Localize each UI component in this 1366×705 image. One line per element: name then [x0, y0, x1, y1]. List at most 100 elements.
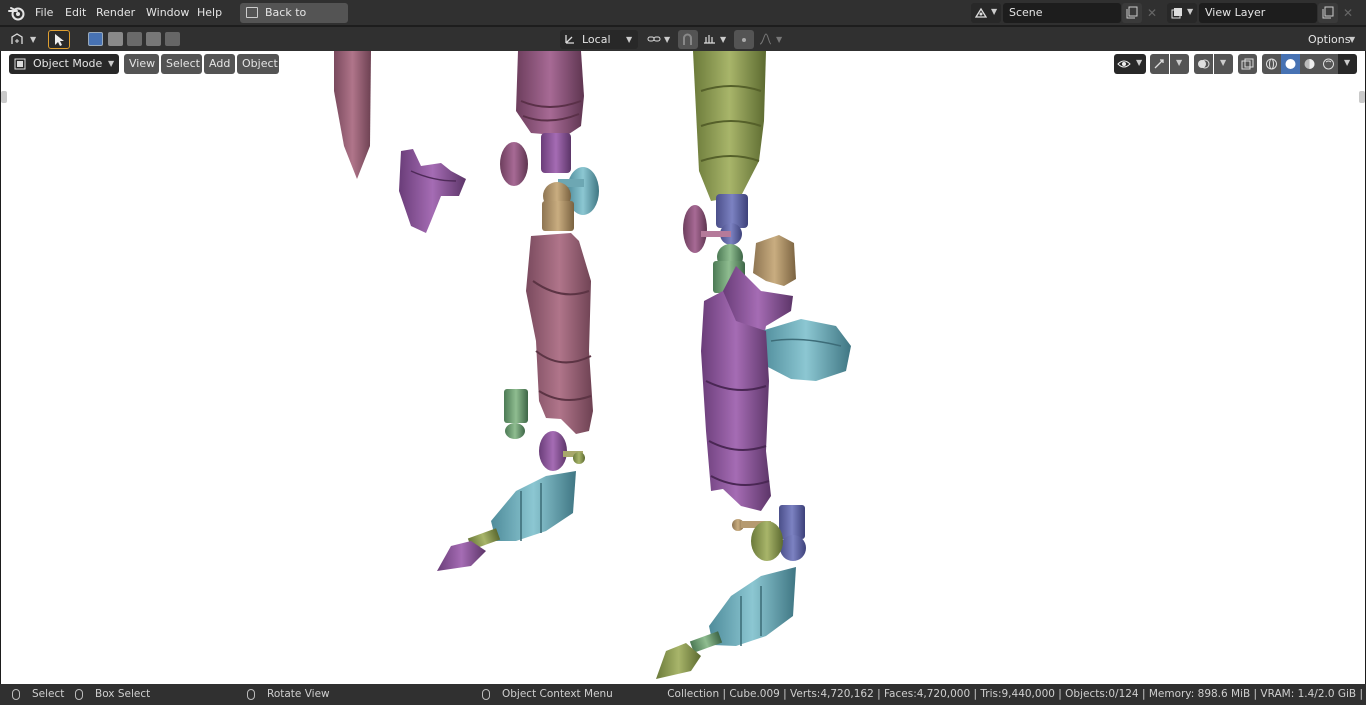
active-tool-button[interactable]: [48, 30, 70, 49]
sidebar-collapse-handle[interactable]: [1359, 91, 1365, 103]
right-knee-pink-mesh: [683, 205, 707, 253]
object-menu-button[interactable]: Object: [237, 54, 279, 74]
menu-help[interactable]: Help: [193, 0, 226, 26]
gauntlet-mesh: [761, 319, 851, 381]
chevron-down-icon: ▼: [1349, 35, 1356, 44]
object-mode-icon: [14, 58, 26, 70]
tool-header: ▼ Local ▼ ▼ ▼ ▼ Options ▼: [0, 27, 1366, 51]
gizmo-toggle-button[interactable]: [1150, 54, 1169, 74]
xray-icon: [1241, 58, 1254, 70]
mouse-right-icon: [482, 689, 490, 700]
duplicate-icon: [1126, 6, 1138, 19]
chevron-down-icon: ▼: [1136, 58, 1143, 67]
transform-orientation-label: Local: [582, 33, 611, 46]
chevron-down-icon: ▼: [1176, 58, 1183, 67]
new-scene-button[interactable]: [1122, 3, 1142, 23]
status-bar: Select Box Select Rotate View Object Con…: [0, 684, 1366, 705]
select-mode-extend-icon[interactable]: [108, 32, 123, 46]
3d-viewport[interactable]: Object Mode ▼ View Select Add Object ▼ ▼: [1, 51, 1365, 684]
proportional-edit-button[interactable]: [734, 30, 754, 49]
solid-shading-button[interactable]: [1281, 54, 1300, 74]
gizmo-dropdown[interactable]: ▼: [1170, 54, 1189, 74]
falloff-dropdown[interactable]: ▼: [756, 30, 786, 49]
menu-file[interactable]: File: [31, 0, 57, 26]
chevron-down-icon: ▼: [626, 35, 633, 44]
right-ankle-blue-mesh: [779, 505, 805, 539]
xray-toggle-button[interactable]: [1238, 54, 1257, 74]
options-label: Options: [1308, 33, 1351, 46]
knee-joint-purple-mesh: [541, 133, 571, 173]
overlays-toggle-button[interactable]: [1194, 54, 1213, 74]
overlays-icon: [1198, 59, 1210, 69]
scene-name-field[interactable]: Scene: [1003, 3, 1121, 23]
top-menu-bar: File Edit Render Window Help Back to Pre…: [0, 0, 1366, 39]
new-view-layer-button[interactable]: [1318, 3, 1338, 23]
shading-options-dropdown[interactable]: ▼: [1338, 54, 1357, 74]
status-rotate-view-label: Rotate View: [267, 688, 330, 700]
snap-increment-icon: [704, 35, 715, 44]
editor-type-icon: [11, 33, 23, 44]
scene-name-label: Scene: [1009, 6, 1043, 19]
back-arrow-icon: [246, 7, 258, 18]
menu-render[interactable]: Render: [92, 0, 139, 26]
select-mode-intersect-icon[interactable]: [165, 32, 180, 46]
mouse-middle-icon: [247, 689, 255, 700]
duplicate-icon: [1322, 6, 1334, 19]
snap-target-dropdown[interactable]: ▼: [700, 30, 730, 49]
select-menu-button[interactable]: Select: [161, 54, 202, 74]
view-menu-button[interactable]: View: [124, 54, 159, 74]
options-dropdown[interactable]: Options ▼: [1303, 30, 1359, 49]
chevron-down-icon: ▼: [108, 59, 115, 68]
left-foot-mesh: [491, 471, 576, 541]
link-icon: [647, 36, 661, 42]
select-mode-subtract-icon[interactable]: [127, 32, 142, 46]
wireframe-shading-button[interactable]: [1262, 54, 1281, 74]
transform-orientation-dropdown[interactable]: Local ▼: [560, 30, 638, 49]
select-mode-invert-icon[interactable]: [146, 32, 161, 46]
chevron-down-icon: ▼: [720, 35, 727, 44]
pivot-point-dropdown[interactable]: ▼: [644, 30, 674, 49]
rendered-sphere-icon: [1323, 58, 1334, 70]
scene-browse-button[interactable]: ▼: [971, 3, 1001, 23]
select-mode-new-icon[interactable]: [88, 32, 103, 46]
material-sphere-icon: [1304, 59, 1315, 69]
chevron-down-icon: ▼: [1187, 7, 1194, 16]
back-to-previous-button[interactable]: Back to Previous: [240, 3, 348, 39]
status-context-menu-label: Object Context Menu: [502, 688, 613, 700]
blender-logo-icon[interactable]: [8, 5, 25, 21]
view-layer-name-field[interactable]: View Layer: [1199, 3, 1317, 23]
menu-window[interactable]: Window: [142, 0, 193, 26]
mouse-left-icon: [12, 689, 20, 700]
add-menu-button[interactable]: Add: [204, 54, 235, 74]
magnet-icon: [683, 33, 692, 45]
right-foot-mesh: [709, 567, 796, 646]
ankle-joint-purple-mesh: [539, 431, 567, 471]
chevron-down-icon: ▼: [30, 35, 37, 44]
close-view-layer-icon[interactable]: ✕: [1338, 3, 1358, 23]
scene-statistics: Collection | Cube.009 | Verts:4,720,162 …: [667, 688, 1363, 700]
proportional-edit-icon: [742, 38, 746, 42]
scene-icon: [975, 7, 987, 18]
object-mode-label: Object Mode: [33, 57, 103, 70]
material-shading-button[interactable]: [1300, 54, 1319, 74]
cursor-select-icon: [55, 34, 64, 46]
editor-type-button[interactable]: ▼: [6, 30, 40, 49]
menu-edit[interactable]: Edit: [61, 0, 90, 26]
chevron-down-icon: ▼: [664, 35, 671, 44]
snap-toggle-button[interactable]: [678, 30, 698, 49]
object-mode-dropdown[interactable]: Object Mode ▼: [9, 54, 119, 74]
view-layer-browse-button[interactable]: ▼: [1167, 3, 1197, 23]
gizmo-icon: [1154, 59, 1164, 69]
wireframe-sphere-icon: [1266, 58, 1277, 70]
overlays-dropdown[interactable]: ▼: [1214, 54, 1233, 74]
toolbar-collapse-handle[interactable]: [1, 91, 7, 103]
chevron-down-icon: ▼: [991, 7, 998, 16]
close-scene-icon[interactable]: ✕: [1142, 3, 1162, 23]
right-knee-blue-mesh: [716, 194, 748, 228]
eye-icon: [1117, 60, 1131, 68]
status-select-label: Select: [32, 688, 65, 700]
rendered-shading-button[interactable]: [1319, 54, 1338, 74]
visibility-dropdown[interactable]: ▼: [1114, 54, 1146, 74]
knee-joint-pink-mesh: [500, 142, 528, 186]
view-layer-name-label: View Layer: [1205, 6, 1266, 19]
